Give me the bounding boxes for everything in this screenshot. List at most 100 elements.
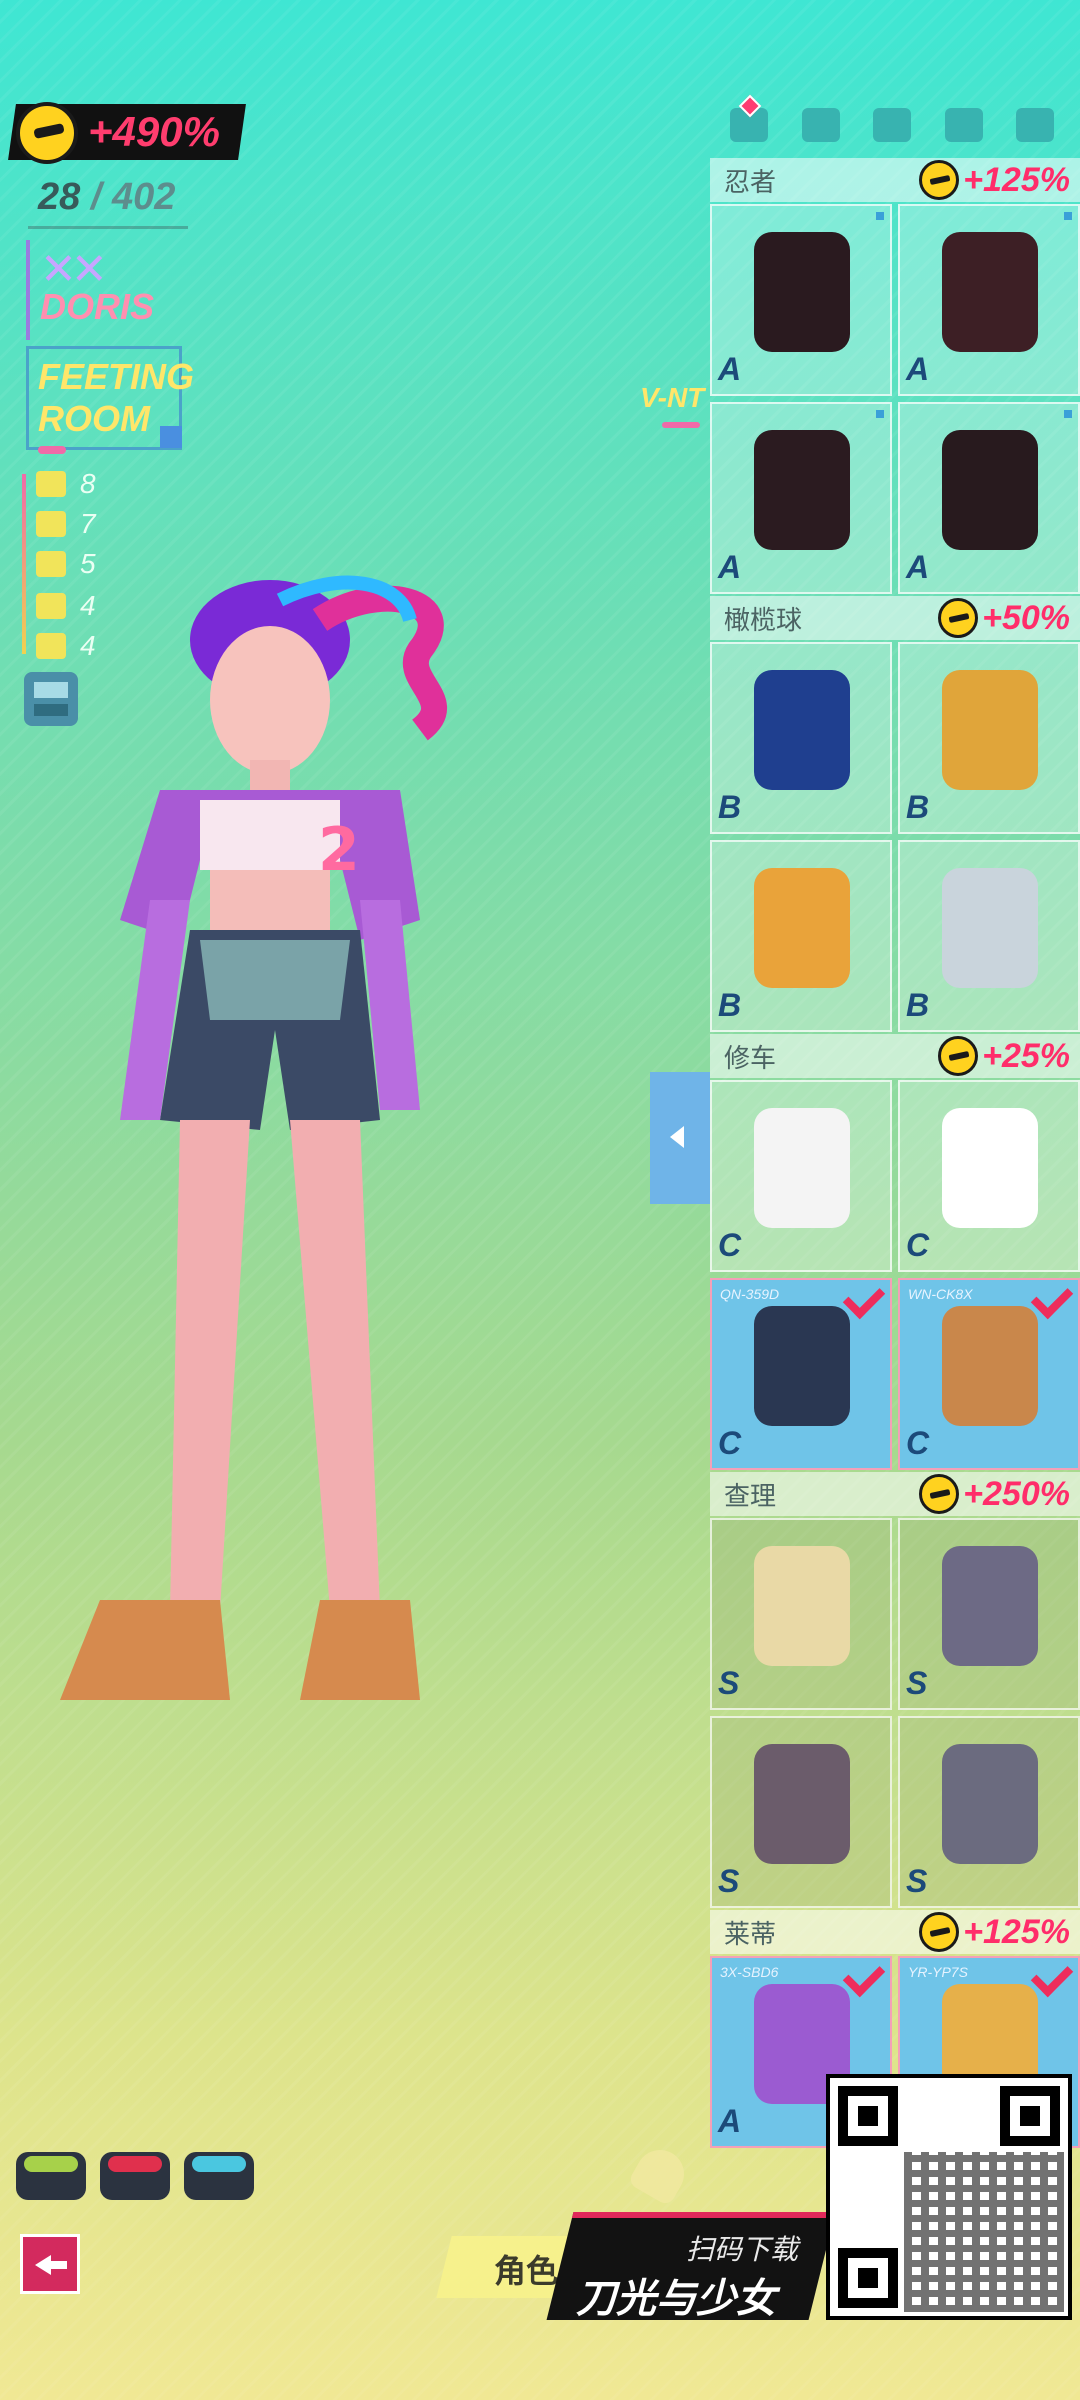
- preset-slot-2[interactable]: [100, 2152, 170, 2200]
- set-header: 忍者 +125%: [710, 158, 1080, 202]
- corner-marker: [1064, 212, 1072, 220]
- top-garment-icon: [754, 232, 850, 352]
- boost-value: +490%: [88, 108, 220, 155]
- tshirt-garment-icon: [754, 1108, 850, 1228]
- outfit-item[interactable]: S: [710, 1716, 892, 1908]
- outfit-item[interactable]: S: [710, 1518, 892, 1710]
- item-rank: A: [718, 549, 742, 585]
- broom-icon[interactable]: [627, 2141, 693, 2207]
- outfit-item[interactable]: B: [898, 642, 1080, 834]
- back-button[interactable]: [20, 2234, 80, 2294]
- glove-garment-icon: [942, 1546, 1038, 1666]
- qr-finder: [1000, 2086, 1060, 2146]
- outfit-item[interactable]: S: [898, 1518, 1080, 1710]
- item-rank: C: [906, 1425, 930, 1461]
- glove-garment-icon: [942, 670, 1038, 790]
- item-rank: B: [718, 987, 742, 1023]
- outfit-item[interactable]: A: [898, 204, 1080, 396]
- tab-all-outfits[interactable]: [722, 94, 776, 150]
- glove-garment-icon: [942, 232, 1038, 352]
- collapse-panel-button[interactable]: [650, 1072, 710, 1204]
- stat-value: 7: [80, 508, 96, 539]
- pants-icon: [944, 108, 983, 142]
- outfit-item[interactable]: B: [710, 642, 892, 834]
- stat-row-hat: 8: [36, 466, 96, 502]
- download-qr-code: [826, 2074, 1072, 2320]
- owned-count: 28: [38, 176, 81, 218]
- total-count: 402: [111, 176, 176, 218]
- role-tab-label: 角色: [494, 2252, 559, 2290]
- outfit-item-equipped[interactable]: QN-359D C: [710, 1276, 892, 1470]
- item-rank: B: [718, 789, 742, 825]
- outfit-set-charlie: 查理 +250% S S S S: [710, 1472, 1080, 1908]
- pants-garment-icon: [754, 430, 850, 550]
- cool-face-icon: [919, 1912, 960, 1952]
- tab-shirt[interactable]: [794, 100, 848, 150]
- room-title-line1: FEETING: [38, 356, 195, 397]
- corner-marker: [1064, 410, 1072, 418]
- set-items: B B B B: [710, 642, 1080, 1032]
- outfit-item[interactable]: B: [710, 840, 892, 1032]
- cool-face-icon: [919, 160, 960, 200]
- preset-color-lid: [108, 2156, 162, 2172]
- corner-marker: [876, 212, 884, 220]
- character-left-boot: [60, 1600, 230, 1700]
- equipped-check-icon: [1030, 1276, 1074, 1320]
- set-bonus: +250%: [919, 1474, 1070, 1514]
- set-name: 橄榄球: [724, 605, 803, 636]
- set-header: 查理 +250%: [710, 1472, 1080, 1516]
- download-banner-title: 刀光与少女: [576, 2276, 776, 2322]
- outfit-item[interactable]: C: [898, 1080, 1080, 1272]
- set-name: 查理: [724, 1481, 777, 1512]
- shoes-garment-icon: [942, 1744, 1038, 1864]
- equipped-check-icon: [842, 1276, 886, 1320]
- pants-garment-icon: [754, 868, 850, 988]
- shoe-icon: [1016, 108, 1054, 142]
- set-bonus-value: +125%: [963, 1912, 1070, 1951]
- outfit-item[interactable]: A: [710, 402, 892, 594]
- shirt-icon: [36, 511, 66, 537]
- jersey-garment-icon: [754, 670, 850, 790]
- stat-value: 8: [80, 468, 96, 499]
- glove-garment-icon: [942, 1108, 1038, 1228]
- outfit-item[interactable]: S: [898, 1716, 1080, 1908]
- character-model[interactable]: 2: [40, 560, 640, 1940]
- hat-icon: [36, 471, 66, 497]
- set-items: A A A A: [710, 204, 1080, 594]
- count-divider: [28, 226, 188, 229]
- item-rank: C: [718, 1227, 742, 1263]
- character-left-leg: [170, 1120, 250, 1610]
- character-face: [210, 626, 330, 774]
- outfit-item[interactable]: B: [898, 840, 1080, 1032]
- item-rank: B: [906, 987, 930, 1023]
- outfit-item[interactable]: A: [898, 402, 1080, 594]
- item-rank: A: [718, 351, 742, 387]
- set-header: 修车 +25%: [710, 1034, 1080, 1078]
- equipped-check-icon: [1030, 1954, 1074, 1998]
- outfit-sets-panel[interactable]: 忍者 +125% A A A A 橄榄球 +50% B B B B 修车 +25…: [710, 158, 1080, 2400]
- preset-slot-1[interactable]: [16, 2152, 86, 2200]
- tab-pants[interactable]: [937, 100, 991, 150]
- item-code: WN-CK8X: [908, 1286, 973, 1302]
- preset-slot-3[interactable]: [184, 2152, 254, 2200]
- tab-glove[interactable]: [865, 100, 919, 150]
- item-rank: S: [906, 1665, 928, 1701]
- set-bonus: +125%: [919, 1912, 1070, 1952]
- boots-garment-icon: [942, 1306, 1038, 1426]
- outfit-item-equipped[interactable]: WN-CK8X C: [898, 1276, 1080, 1470]
- outfit-item[interactable]: C: [710, 1080, 892, 1272]
- boots-garment-icon: [942, 430, 1038, 550]
- set-bonus-value: +125%: [963, 160, 1070, 199]
- outfit-item[interactable]: A: [710, 204, 892, 396]
- stat-row-shirt: 7: [36, 506, 96, 542]
- item-code: 3X-SBD6: [720, 1964, 779, 1980]
- brand-tag-underline: [662, 422, 700, 428]
- character-name: DORIS: [40, 286, 155, 327]
- set-bonus: +125%: [919, 160, 1070, 200]
- tab-shoe[interactable]: [1008, 100, 1062, 150]
- item-rank: A: [906, 549, 930, 585]
- shorts-garment-icon: [754, 1306, 850, 1426]
- item-rank: C: [906, 1227, 930, 1263]
- clock-garment-icon: [754, 1546, 850, 1666]
- set-header: 莱蒂 +125%: [710, 1910, 1080, 1954]
